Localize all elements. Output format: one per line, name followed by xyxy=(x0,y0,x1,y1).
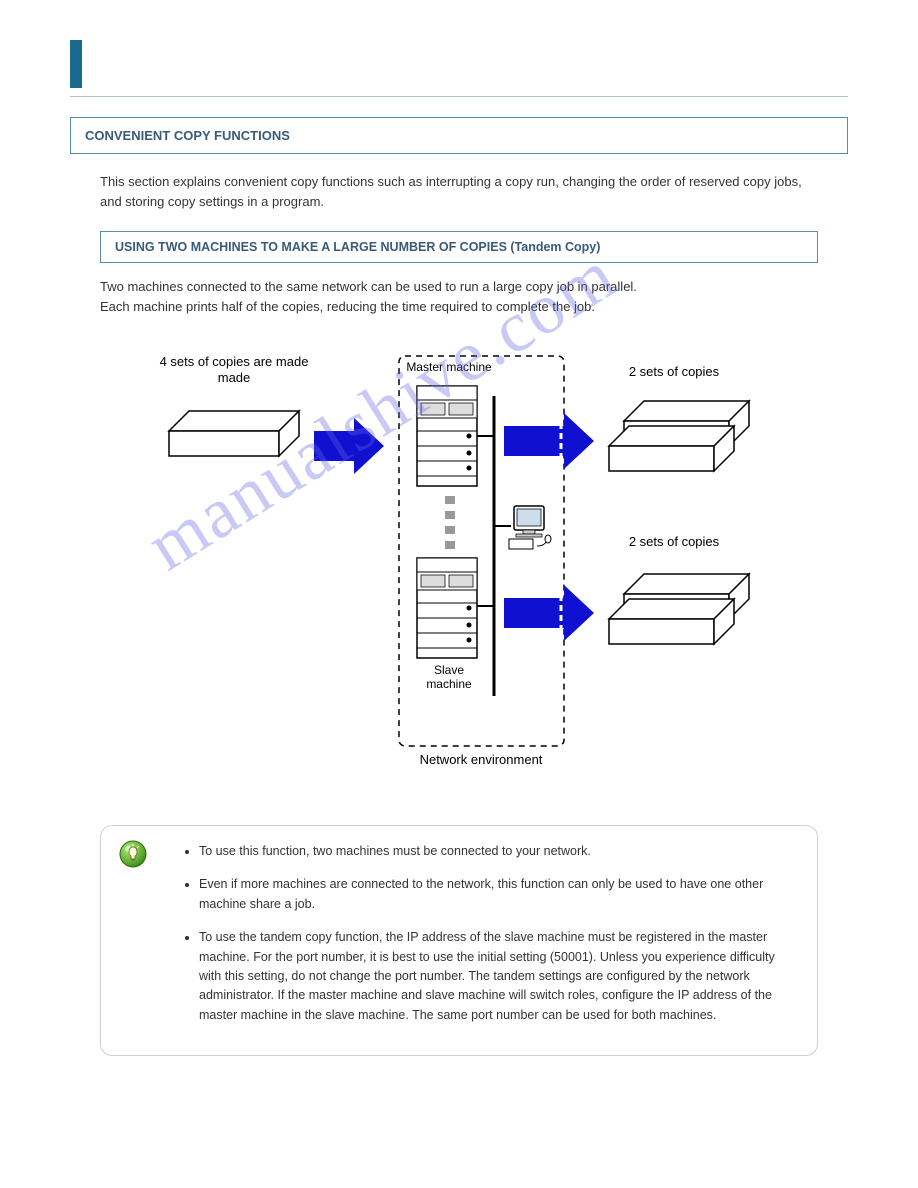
sub-section-title-box: USING TWO MACHINES TO MAKE A LARGE NUMBE… xyxy=(100,231,818,263)
copier-connector-dots xyxy=(445,496,455,549)
slave-copier-icon xyxy=(417,558,477,658)
master-label: Master machine xyxy=(406,360,492,374)
tandem-copy-diagram: 4 sets of copies are made made Master ma… xyxy=(100,336,818,801)
arrow-input-to-network xyxy=(314,418,384,474)
diagram-svg: 4 sets of copies are made made Master ma… xyxy=(149,336,769,796)
sub-paragraph: Two machines connected to the same netwo… xyxy=(100,277,818,316)
computer-icon xyxy=(509,506,551,549)
slave-label-line1: Slave xyxy=(434,663,464,677)
tip-item: To use this function, two machines must … xyxy=(199,842,799,861)
paper-stack-output-top xyxy=(609,401,749,471)
header-accent-bar xyxy=(70,40,82,88)
network-env-label: Network environment xyxy=(420,752,543,767)
paper-stack-output-bottom xyxy=(609,574,749,644)
master-copier-icon xyxy=(417,386,477,486)
tip-item: Even if more machines are connected to t… xyxy=(199,875,799,914)
tip-item: To use the tandem copy function, the IP … xyxy=(199,928,799,1025)
page-header xyxy=(70,40,848,97)
tip-lightbulb-icon xyxy=(119,840,147,868)
sub-section-title: USING TWO MACHINES TO MAKE A LARGE NUMBE… xyxy=(115,240,600,254)
paper-stack-input xyxy=(169,411,299,456)
diagram-left-caption-2: made xyxy=(218,370,251,385)
main-section-title-box: CONVENIENT COPY FUNCTIONS xyxy=(70,117,848,154)
arrow-slave-output xyxy=(504,585,594,641)
right-bottom-caption: 2 sets of copies xyxy=(629,534,720,549)
main-section-title: CONVENIENT COPY FUNCTIONS xyxy=(85,128,290,143)
tip-box: To use this function, two machines must … xyxy=(100,825,818,1056)
slave-label-line2: machine xyxy=(426,677,472,691)
diagram-left-caption: 4 sets of copies are made xyxy=(160,354,309,369)
arrow-master-output xyxy=(504,413,594,469)
intro-paragraph: This section explains convenient copy fu… xyxy=(100,172,818,211)
right-top-caption: 2 sets of copies xyxy=(629,364,720,379)
tip-list: To use this function, two machines must … xyxy=(199,842,799,1025)
